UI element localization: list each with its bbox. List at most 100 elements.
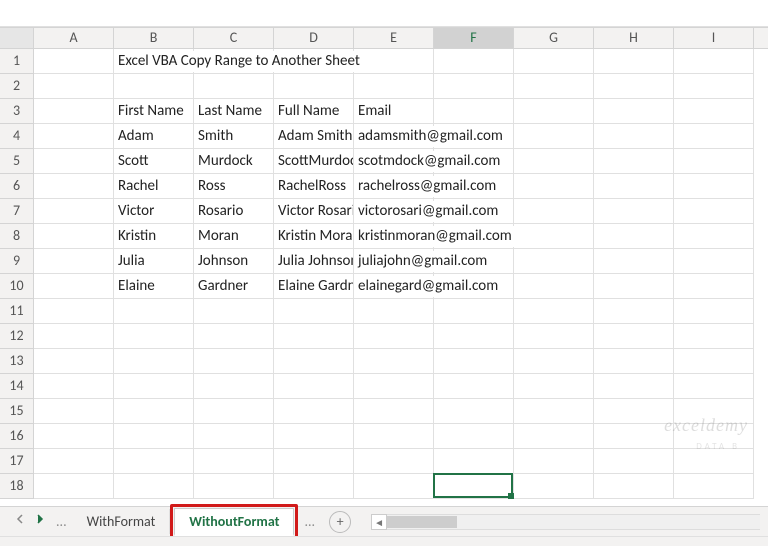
row-header[interactable]: 1 [0,49,34,74]
cell[interactable] [194,449,274,474]
cell[interactable] [354,49,434,74]
cell[interactable] [274,374,354,399]
cell[interactable]: Elaine Gardner [274,274,354,299]
cell[interactable]: Rachel [114,174,194,199]
hscroll-thumb[interactable] [387,516,457,528]
cell[interactable] [514,449,594,474]
cell[interactable] [674,49,754,74]
cell[interactable] [274,324,354,349]
cell[interactable] [594,199,674,224]
cell[interactable] [514,99,594,124]
cell[interactable] [594,224,674,249]
tab-nav-prev[interactable] [10,512,30,532]
cell[interactable] [674,74,754,99]
sheet-tab-withformat[interactable]: WithFormat [73,509,171,534]
cell[interactable] [194,74,274,99]
row-header[interactable]: 17 [0,449,34,474]
cell[interactable] [34,99,114,124]
cell[interactable] [674,149,754,174]
cell[interactable] [34,299,114,324]
row-header[interactable]: 14 [0,374,34,399]
cell[interactable] [274,449,354,474]
row-header[interactable]: 12 [0,324,34,349]
cell[interactable] [514,349,594,374]
row-header[interactable]: 10 [0,274,34,299]
cell[interactable] [434,99,514,124]
cell[interactable]: Adam Smith [274,124,354,149]
cell[interactable]: Kristin [114,224,194,249]
cell[interactable] [514,74,594,99]
tab-overflow-more[interactable]: ... [298,513,321,530]
cell[interactable] [194,399,274,424]
cell[interactable] [594,299,674,324]
cell[interactable] [594,124,674,149]
cell[interactable] [594,174,674,199]
cell[interactable] [594,474,674,499]
cell[interactable] [514,399,594,424]
cell[interactable]: ScottMurdock [274,149,354,174]
cell[interactable]: adamsmith@gmail.com [354,124,434,149]
cell[interactable] [514,374,594,399]
column-header[interactable]: G [514,28,594,48]
cell[interactable] [674,324,754,349]
cell[interactable] [434,424,514,449]
column-header[interactable]: H [594,28,674,48]
cell[interactable] [114,324,194,349]
cell[interactable]: Last Name [194,99,274,124]
cell[interactable]: Excel VBA Copy Range to Another Sheet [114,49,194,74]
cell[interactable] [514,474,594,499]
cell[interactable] [114,74,194,99]
cell[interactable] [594,249,674,274]
cell[interactable] [594,74,674,99]
cell[interactable] [514,199,594,224]
cell[interactable] [354,449,434,474]
cell[interactable]: Victor Rosario [274,199,354,224]
cell[interactable] [114,424,194,449]
row-header[interactable]: 9 [0,249,34,274]
cell[interactable] [674,424,754,449]
cell[interactable] [194,324,274,349]
cell[interactable] [434,299,514,324]
cell[interactable] [194,474,274,499]
cell[interactable]: scotmdock@gmail.com [354,149,434,174]
cell[interactable]: rachelross@gmail.com [354,174,434,199]
row-header[interactable]: 8 [0,224,34,249]
cell[interactable] [434,324,514,349]
cell[interactable] [194,299,274,324]
row-header[interactable]: 4 [0,124,34,149]
row-header[interactable]: 3 [0,99,34,124]
cell[interactable]: RachelRoss [274,174,354,199]
cell[interactable] [34,449,114,474]
cell[interactable] [274,74,354,99]
row-header[interactable]: 7 [0,199,34,224]
cell[interactable] [274,399,354,424]
cell[interactable]: Gardner [194,274,274,299]
tab-nav-more[interactable]: ... [50,513,73,530]
cell[interactable] [194,349,274,374]
cell[interactable]: Rosario [194,199,274,224]
cell[interactable] [34,349,114,374]
cell[interactable] [34,74,114,99]
cell[interactable] [514,49,594,74]
cell[interactable]: First Name [114,99,194,124]
cell[interactable] [514,149,594,174]
row-header[interactable]: 15 [0,399,34,424]
cell[interactable] [674,274,754,299]
cell[interactable] [674,124,754,149]
cell[interactable] [674,449,754,474]
cell[interactable] [194,424,274,449]
cell[interactable] [514,249,594,274]
row-header[interactable]: 5 [0,149,34,174]
cell[interactable] [114,349,194,374]
cell[interactable] [514,124,594,149]
cell[interactable] [274,474,354,499]
cell[interactable] [274,424,354,449]
cell[interactable] [34,374,114,399]
horizontal-scrollbar[interactable]: ◄ [371,514,760,530]
cell[interactable] [594,424,674,449]
row-header[interactable]: 18 [0,474,34,499]
cell[interactable] [514,274,594,299]
column-header[interactable]: B [114,28,194,48]
column-header[interactable]: C [194,28,274,48]
cell[interactable]: elainegard@gmail.com [354,274,434,299]
